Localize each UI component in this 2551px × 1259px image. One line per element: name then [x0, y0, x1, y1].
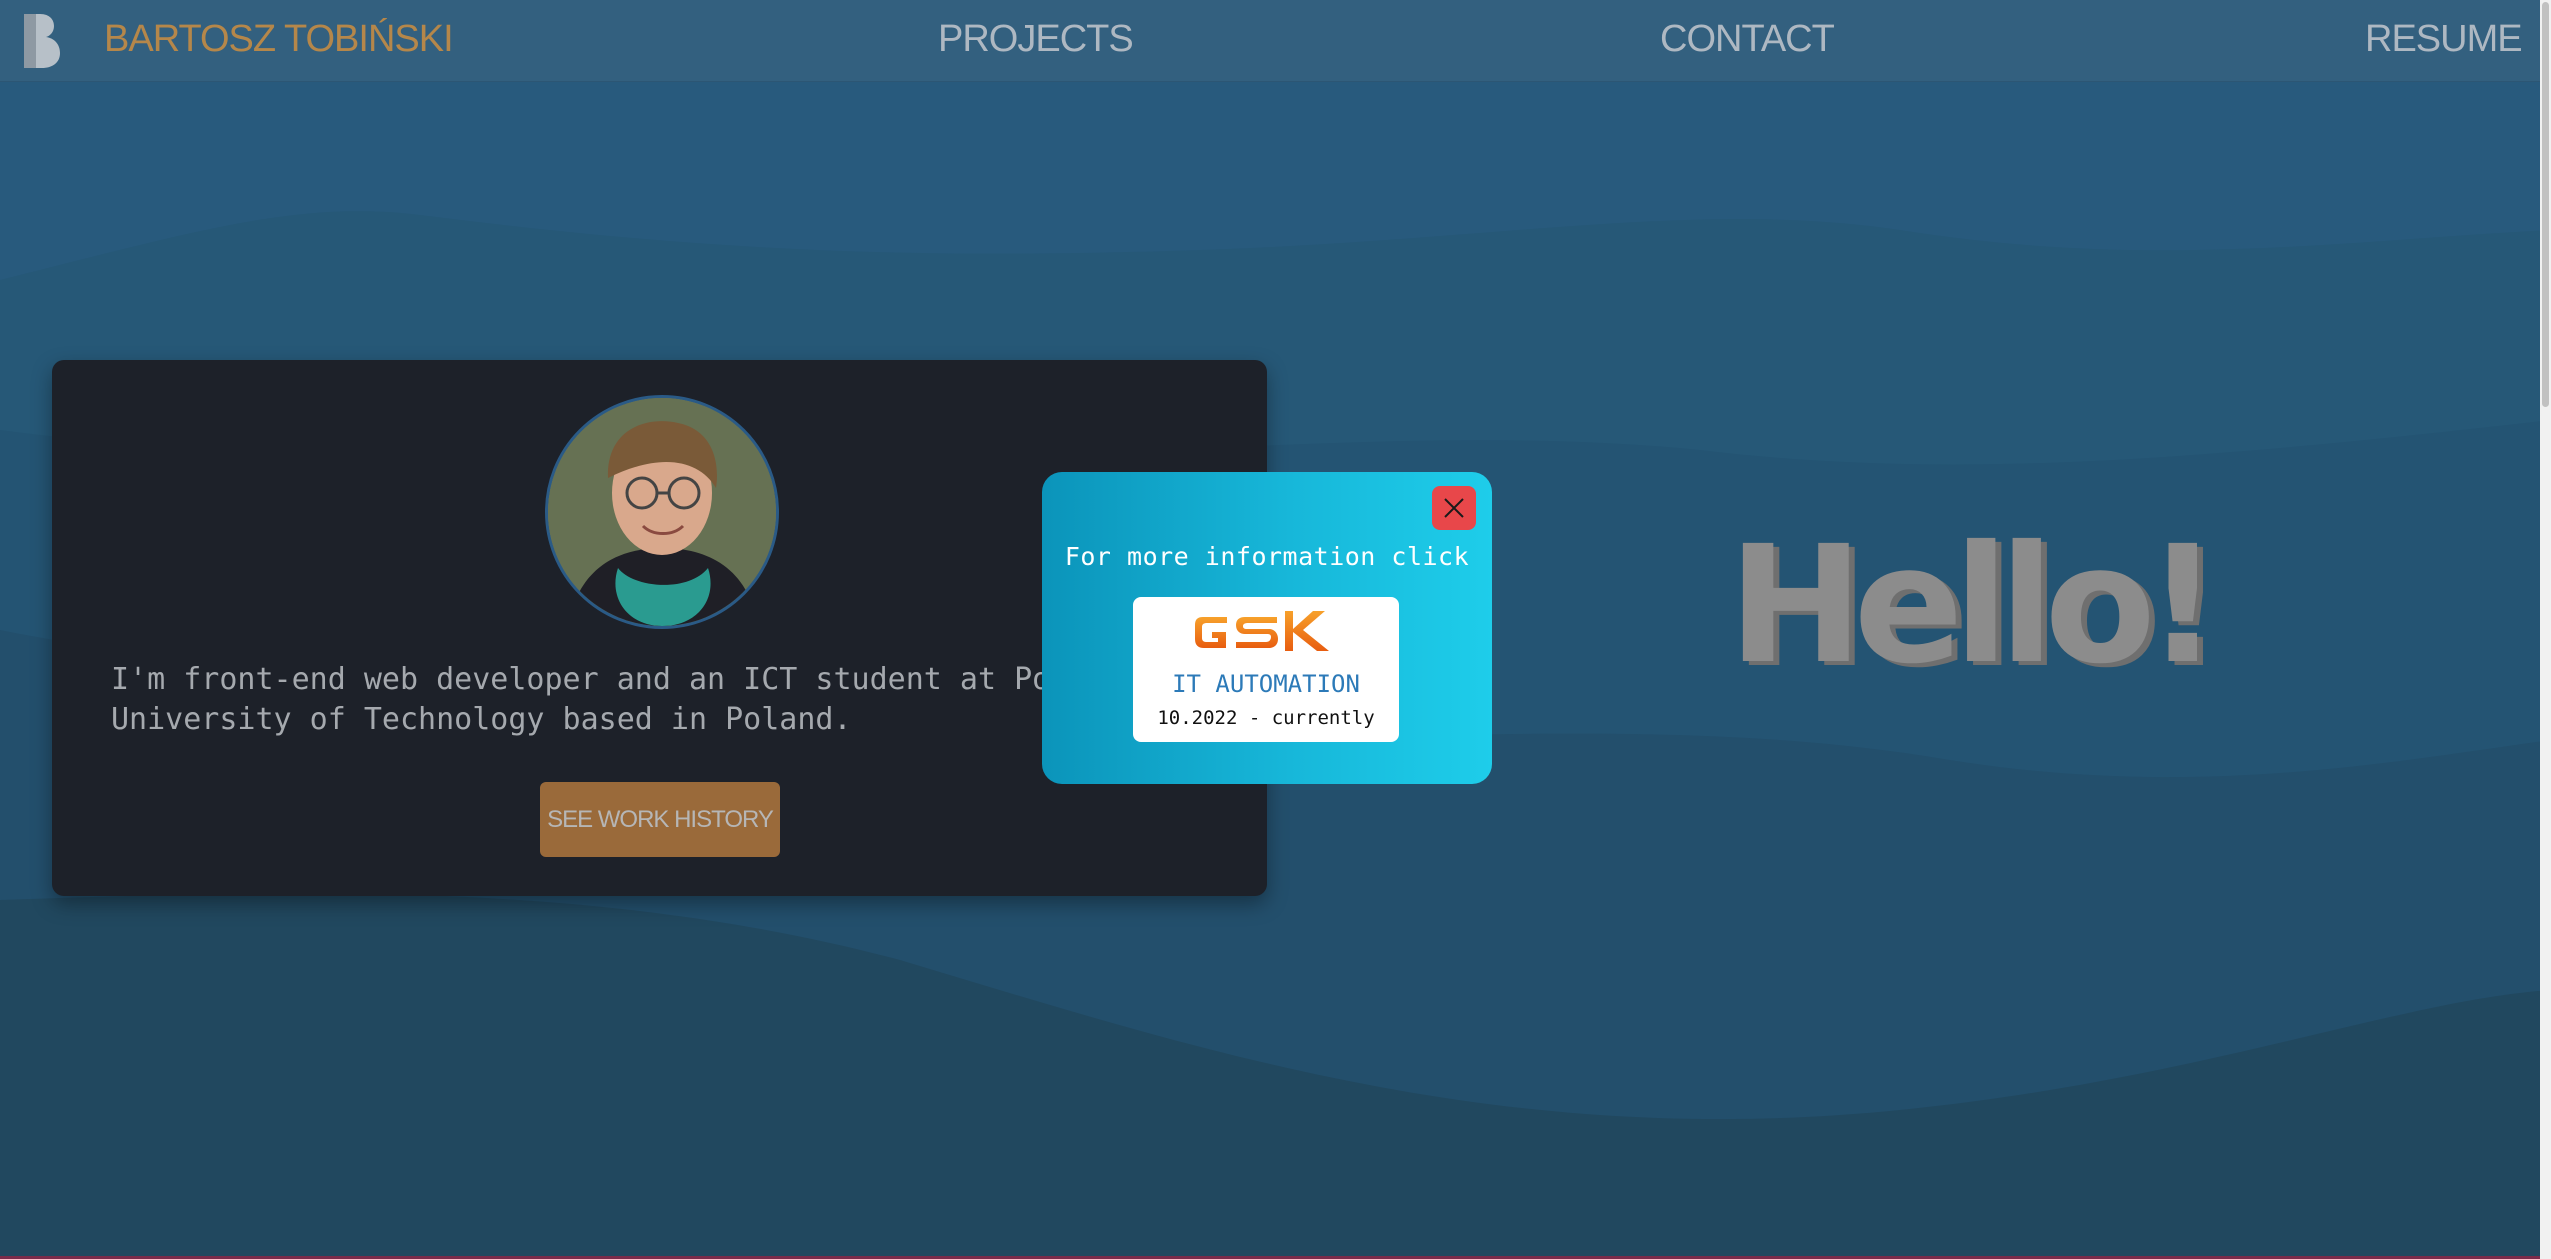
letter-b-logo-icon[interactable]: [20, 10, 68, 72]
close-button[interactable]: [1432, 486, 1476, 530]
avatar: [545, 395, 779, 629]
job-card-gsk[interactable]: IT AUTOMATION 10.2022 - currently: [1133, 597, 1399, 742]
scrollbar[interactable]: [2540, 0, 2551, 1259]
job-title: IT AUTOMATION: [1172, 670, 1360, 698]
nav-link-resume[interactable]: RESUME: [2365, 18, 2523, 61]
top-navbar: BARTOSZ TOBIŃSKI PROJECTS CONTACT RESUME: [0, 0, 2540, 82]
see-work-history-button[interactable]: SEE WORK HISTORY: [540, 782, 780, 857]
page: BARTOSZ TOBIŃSKI PROJECTS CONTACT RESUME…: [0, 0, 2551, 1259]
brand-name[interactable]: BARTOSZ TOBIŃSKI: [104, 18, 454, 61]
job-period: 10.2022 - currently: [1157, 707, 1375, 729]
scrollbar-thumb[interactable]: [2542, 2, 2549, 407]
profile-photo-icon: [548, 398, 776, 626]
popup-info-text: For more information click: [1064, 542, 1470, 571]
work-popup: For more information click IT AUTOMATION…: [1042, 472, 1492, 784]
close-icon: [1444, 498, 1464, 518]
nav-link-projects[interactable]: PROJECTS: [938, 18, 1134, 61]
nav-link-contact[interactable]: CONTACT: [1660, 18, 1835, 61]
hello-heading: Hello!: [1728, 512, 2220, 700]
gsk-logo: [1195, 611, 1329, 651]
